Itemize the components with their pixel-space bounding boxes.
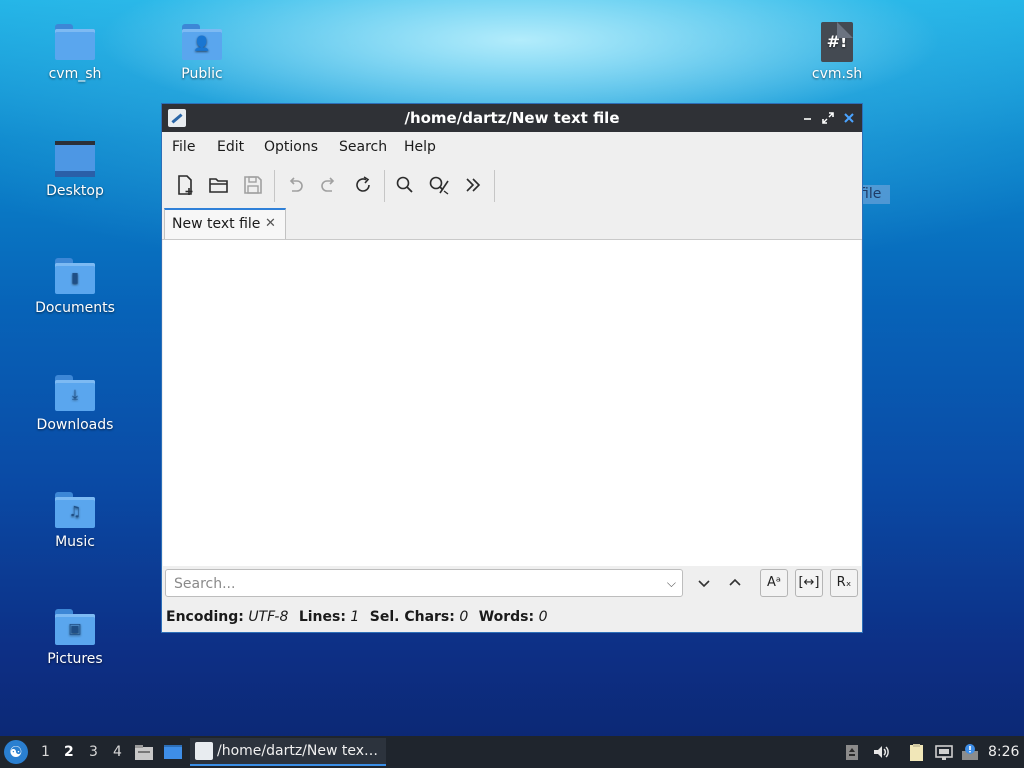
menu-search[interactable]: Search bbox=[339, 132, 387, 162]
lines-value: 1 bbox=[350, 609, 360, 625]
more-icon[interactable] bbox=[459, 171, 487, 199]
desktop-icon-label: Desktop bbox=[46, 183, 104, 199]
find-icon[interactable] bbox=[391, 171, 419, 199]
desktop-folder-icon bbox=[55, 141, 95, 177]
maximize-icon[interactable] bbox=[818, 108, 838, 128]
start-menu-icon[interactable]: ☯ bbox=[4, 740, 28, 764]
desktop-icon-cvm-sh-script[interactable]: #! cvm.sh bbox=[787, 22, 887, 82]
desktop-icon-label: cvm_sh bbox=[48, 66, 102, 82]
regex-icon: Rₓ bbox=[836, 575, 852, 590]
update-notifier-icon[interactable] bbox=[960, 742, 980, 762]
match-case-icon: Aᵃ bbox=[767, 575, 781, 590]
sel-chars-label: Sel. Chars: bbox=[369, 609, 455, 625]
network-icon[interactable] bbox=[934, 742, 954, 762]
desktop-icon-cvm-sh[interactable]: cvm_sh bbox=[25, 24, 125, 82]
lines-label: Lines: bbox=[298, 609, 346, 625]
workspace-4[interactable]: 4 bbox=[113, 736, 122, 768]
menu-options[interactable]: Options bbox=[264, 132, 318, 162]
desktop-icon-label: Public bbox=[181, 66, 223, 82]
public-folder-icon: 👤 bbox=[182, 24, 222, 60]
workspace-2[interactable]: 2 bbox=[64, 736, 74, 768]
desktop-icon-label: Music bbox=[55, 534, 95, 550]
chevron-down-icon[interactable]: ⌵ bbox=[667, 570, 676, 596]
close-tab-icon[interactable]: ✕ bbox=[265, 210, 276, 238]
find-previous-icon[interactable] bbox=[723, 571, 747, 595]
match-case-button[interactable]: Aᵃ bbox=[760, 569, 788, 597]
show-desktop-icon[interactable] bbox=[163, 742, 183, 762]
whole-word-button[interactable]: [↔] bbox=[795, 569, 823, 597]
window-titlebar[interactable]: /home/dartz/New text file bbox=[162, 104, 862, 132]
clipboard-icon[interactable] bbox=[906, 742, 926, 762]
taskbar-window-button[interactable]: /home/dartz/New tex… bbox=[190, 738, 386, 766]
find-bar: ⌵ Aᵃ [↔] Rₓ bbox=[162, 566, 862, 606]
desktop-icon-label: Pictures bbox=[47, 651, 103, 667]
toolbar bbox=[162, 162, 862, 208]
pictures-folder-icon: ▣ bbox=[55, 609, 95, 645]
search-field[interactable]: ⌵ bbox=[165, 569, 683, 597]
close-icon[interactable] bbox=[839, 108, 859, 128]
words-value: 0 bbox=[538, 609, 548, 625]
redo-icon[interactable] bbox=[315, 171, 343, 199]
desktop-icon-label: Downloads bbox=[36, 417, 114, 433]
toolbar-separator bbox=[494, 170, 495, 202]
workspace-3[interactable]: 3 bbox=[89, 736, 98, 768]
undo-icon[interactable] bbox=[281, 171, 309, 199]
file-manager-icon[interactable] bbox=[134, 742, 154, 762]
encoding-value: UTF-8 bbox=[248, 609, 289, 625]
workspace-1[interactable]: 1 bbox=[41, 736, 50, 768]
minimize-icon[interactable] bbox=[798, 108, 818, 128]
toolbar-separator bbox=[274, 170, 275, 202]
desktop-icon-music[interactable]: ♫ Music bbox=[25, 492, 125, 550]
find-next-icon[interactable] bbox=[692, 571, 716, 595]
documents-folder-icon: ▮ bbox=[55, 258, 95, 294]
desktop-icon-public[interactable]: 👤 Public bbox=[152, 24, 252, 82]
menu-bar: File Edit Options Search Help bbox=[162, 132, 862, 162]
window-title: /home/dartz/New text file bbox=[404, 109, 620, 127]
text-editor-area[interactable] bbox=[163, 240, 861, 566]
replace-icon[interactable] bbox=[425, 171, 453, 199]
text-editor-window: /home/dartz/New text file File Edit Opti… bbox=[161, 103, 863, 633]
desktop-icon-downloads[interactable]: ⤓ Downloads bbox=[25, 375, 125, 433]
menu-edit[interactable]: Edit bbox=[217, 132, 244, 162]
regex-button[interactable]: Rₓ bbox=[830, 569, 858, 597]
music-folder-icon: ♫ bbox=[55, 492, 95, 528]
open-file-icon[interactable] bbox=[205, 171, 233, 199]
desktop-icon-label: Documents bbox=[35, 300, 115, 316]
desktop-icon-desktop[interactable]: Desktop bbox=[25, 141, 125, 199]
taskbar-window-label: /home/dartz/New tex… bbox=[217, 743, 379, 759]
search-input[interactable] bbox=[172, 574, 656, 594]
downloads-folder-icon: ⤓ bbox=[55, 375, 95, 411]
clock[interactable]: 8:26 bbox=[988, 736, 1019, 768]
menu-file[interactable]: File bbox=[172, 132, 195, 162]
words-label: Words: bbox=[478, 609, 535, 625]
folder-icon bbox=[55, 24, 95, 60]
encoding-label: Encoding: bbox=[166, 609, 244, 625]
sel-chars-value: 0 bbox=[459, 609, 469, 625]
new-file-icon[interactable] bbox=[171, 171, 199, 199]
reload-icon[interactable] bbox=[349, 171, 377, 199]
desktop-icon-label: cvm.sh bbox=[811, 66, 863, 82]
eject-icon[interactable] bbox=[842, 742, 862, 762]
taskbar: ☯ 1 2 3 4 /home/dartz/New tex… 8:26 bbox=[0, 736, 1024, 768]
tab-new-text-file[interactable]: New text file ✕ bbox=[164, 208, 286, 239]
tab-bar: New text file ✕ bbox=[162, 208, 862, 240]
desktop-icon-pictures[interactable]: ▣ Pictures bbox=[25, 609, 125, 667]
status-bar: Encoding: UTF-8 Lines: 1 Sel. Chars: 0 W… bbox=[166, 606, 553, 628]
volume-icon[interactable] bbox=[871, 742, 891, 762]
desktop-icon-documents[interactable]: ▮ Documents bbox=[25, 258, 125, 316]
shell-script-file-icon: #! bbox=[821, 22, 853, 62]
tab-label: New text file bbox=[172, 216, 261, 232]
toolbar-separator bbox=[384, 170, 385, 202]
save-icon[interactable] bbox=[239, 171, 267, 199]
menu-help[interactable]: Help bbox=[404, 132, 436, 162]
text-editor-app-icon bbox=[195, 742, 213, 760]
whole-word-icon: [↔] bbox=[798, 575, 820, 590]
